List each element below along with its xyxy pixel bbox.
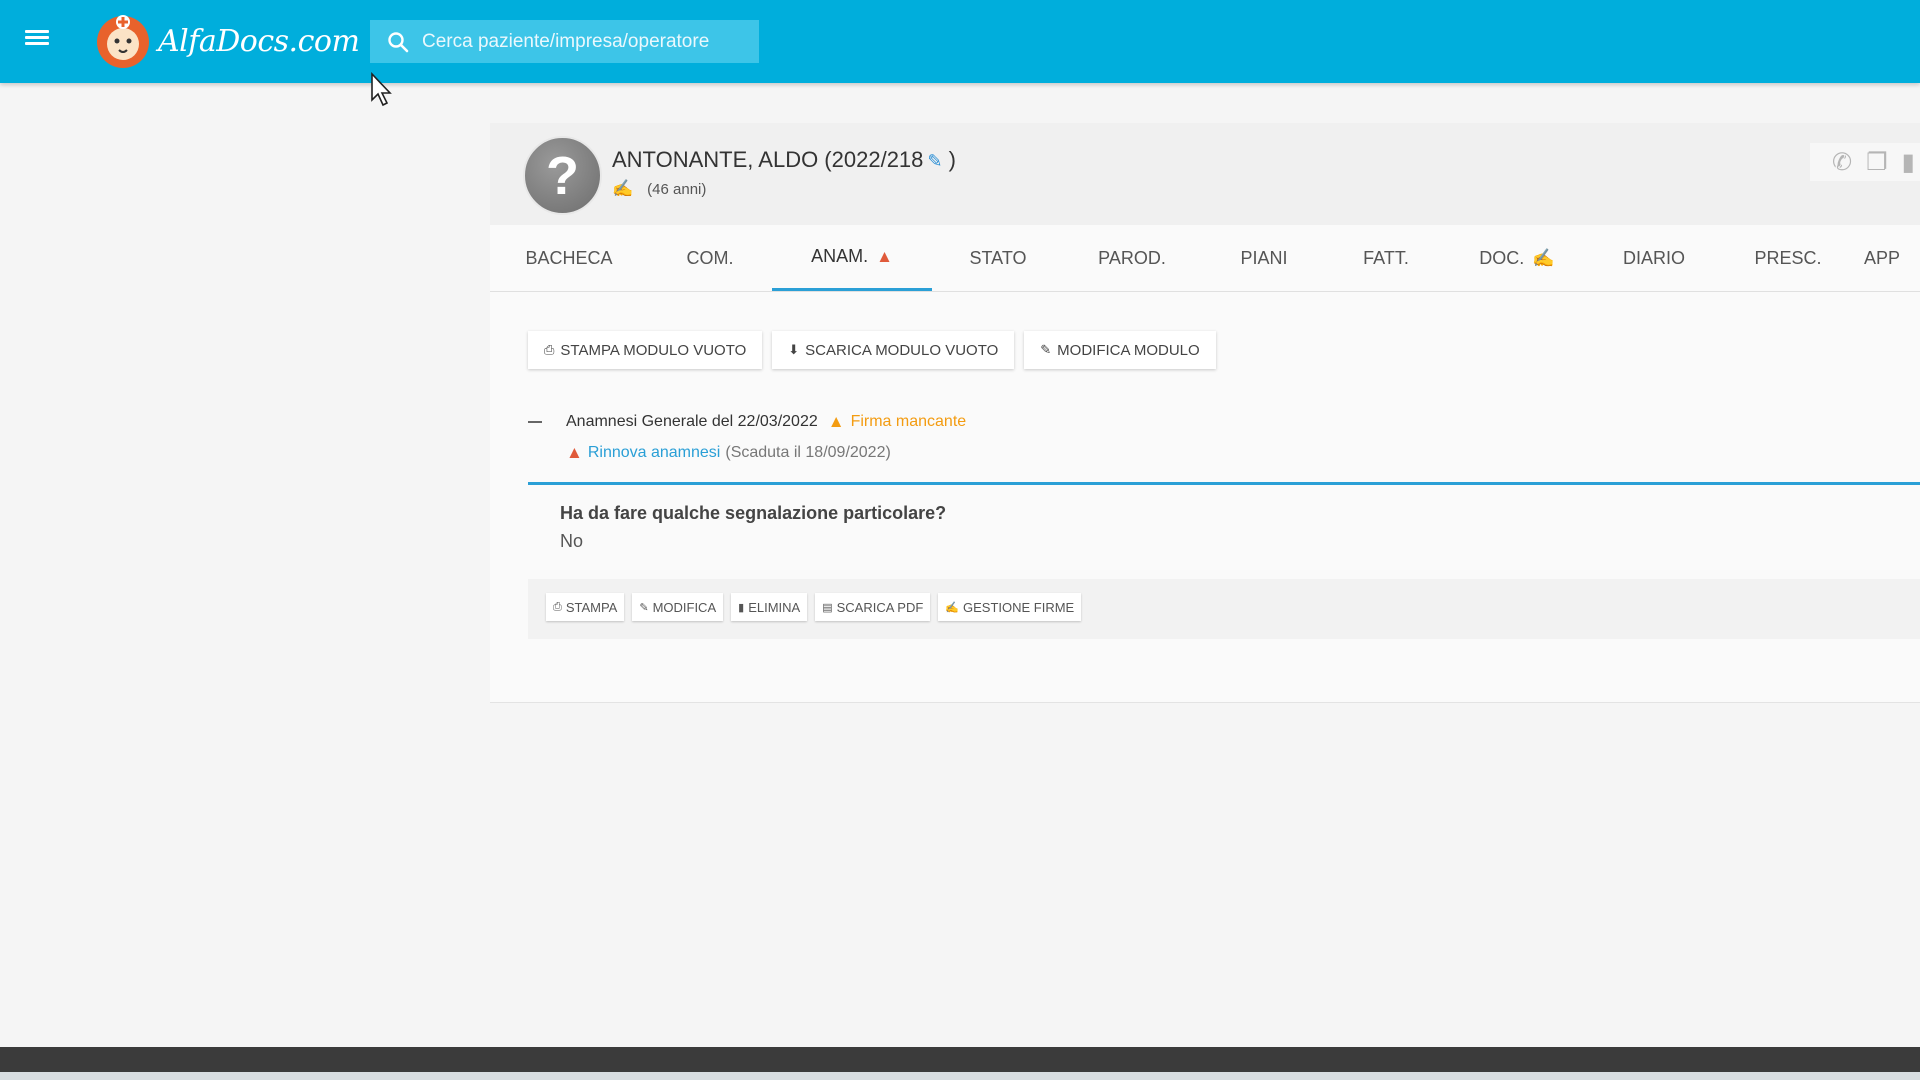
tab-bacheca[interactable]: BACHECA bbox=[490, 225, 648, 291]
button-label: STAMPA bbox=[565, 599, 618, 615]
tab-label: DIARIO bbox=[1622, 247, 1685, 268]
top-bar: AlfaDocs.com bbox=[0, 0, 1920, 83]
expired-note: (Scaduta il 18/09/2022) bbox=[725, 444, 891, 461]
signature-icon: ✍ bbox=[945, 601, 959, 614]
tab-com[interactable]: COM. bbox=[648, 225, 772, 291]
form-actions: ⎙ STAMPA MODULO VUOTO ⬇ SCARICA MODULO VUO… bbox=[528, 331, 1216, 369]
pencil-icon: ✎ bbox=[1040, 342, 1052, 357]
header-actions: ✆ ❐ ▮ bbox=[1810, 143, 1920, 181]
app-logo[interactable]: AlfaDocs.com bbox=[94, 8, 360, 74]
patient-name: ANTONANTE, ALDO (2022/218 bbox=[612, 147, 924, 172]
button-label: STAMPA MODULO VUOTO bbox=[560, 341, 747, 359]
renew-anamnesi-link[interactable]: Rinnova anamnesi bbox=[588, 444, 721, 462]
tab-anam[interactable]: ANAM. ▲ bbox=[772, 225, 932, 291]
button-label: GESTIONE FIRME bbox=[963, 599, 1075, 615]
trash-icon[interactable]: ▮ bbox=[1902, 148, 1915, 177]
tab-label: PRESC. bbox=[1754, 247, 1822, 268]
download-pdf-button[interactable]: ▤ SCARICA PDF bbox=[815, 593, 931, 621]
tab-parod[interactable]: PAROD. bbox=[1064, 225, 1200, 291]
tab-presc[interactable]: PRESC. bbox=[1718, 225, 1858, 291]
renew-row: ▲ Rinnova anamnesi (Scaduta il 18/09/202… bbox=[566, 443, 891, 463]
button-label: SCARICA MODULO VUOTO bbox=[805, 341, 999, 359]
patient-header: ? ANTONANTE, ALDO (2022/218 ✎ ) ✍ (46 ann… bbox=[490, 123, 1920, 225]
print-empty-form-button[interactable]: ⎙ STAMPA MODULO VUOTO bbox=[528, 331, 763, 369]
search-input[interactable] bbox=[420, 29, 744, 54]
alert-icon: ▲ bbox=[566, 443, 583, 462]
tab-doc[interactable]: DOC. ✍ bbox=[1444, 225, 1590, 291]
lion-logo-icon bbox=[97, 15, 149, 68]
tab-label: PAROD. bbox=[1098, 247, 1166, 268]
signature-icon[interactable]: ✍ bbox=[612, 179, 633, 199]
button-label: ELIMINA bbox=[748, 599, 801, 615]
collapse-icon[interactable] bbox=[528, 421, 542, 423]
signature-icon: ✍ bbox=[1532, 247, 1555, 268]
search-box[interactable] bbox=[370, 20, 759, 63]
logo-text: AlfaDocs.com bbox=[158, 23, 360, 59]
patient-avatar[interactable]: ? bbox=[523, 136, 602, 215]
manage-signatures-button[interactable]: ✍ GESTIONE FIRME bbox=[938, 593, 1082, 621]
tab-fatt[interactable]: FATT. bbox=[1328, 225, 1444, 291]
download-empty-form-button[interactable]: ⬇ SCARICA MODULO VUOTO bbox=[772, 331, 1015, 369]
copy-icon[interactable]: ❐ bbox=[1866, 148, 1888, 177]
trash-icon: ▮ bbox=[738, 601, 745, 614]
button-label: MODIFICA bbox=[652, 599, 717, 615]
record-title-row: Anamnesi Generale del 22/03/2022 ▲ Firma … bbox=[528, 412, 966, 432]
pdf-icon: ▤ bbox=[822, 601, 833, 614]
search-icon bbox=[388, 31, 409, 52]
hamburger-menu-icon[interactable] bbox=[23, 27, 51, 51]
delete-button[interactable]: ▮ ELIMINA bbox=[731, 593, 808, 621]
missing-signature-badge: ▲ Firma mancante bbox=[828, 412, 966, 432]
patient-name-close: ) bbox=[948, 147, 956, 172]
patient-tabs: BACHECA COM. ANAM. ▲ STATO PAROD. PIANI F… bbox=[490, 225, 1920, 292]
tab-app[interactable]: APP bbox=[1858, 225, 1900, 291]
tab-label: APP bbox=[1863, 247, 1900, 268]
edit-button[interactable]: ✎ MODIFICA bbox=[632, 593, 724, 621]
edit-form-button[interactable]: ✎ MODIFICA MODULO bbox=[1024, 331, 1216, 369]
whatsapp-icon[interactable]: ✆ bbox=[1832, 148, 1852, 177]
tab-label: STATO bbox=[969, 247, 1027, 268]
pencil-icon: ✎ bbox=[639, 601, 649, 614]
printer-icon: ⎙ bbox=[544, 342, 555, 357]
patient-age-row: ✍ (46 anni) bbox=[612, 179, 706, 199]
tab-label: PIANI bbox=[1240, 247, 1288, 268]
tab-label: ANAM. bbox=[811, 246, 869, 266]
warning-icon: ▲ bbox=[827, 412, 845, 431]
tab-label: FATT. bbox=[1363, 247, 1409, 268]
tab-label: BACHECA bbox=[525, 247, 613, 268]
button-label: MODIFICA MODULO bbox=[1057, 341, 1200, 359]
patient-card: ? ANTONANTE, ALDO (2022/218 ✎ ) ✍ (46 ann… bbox=[490, 123, 1920, 703]
patient-name-line: ANTONANTE, ALDO (2022/218 ✎ ) bbox=[612, 147, 956, 173]
question-text: Ha da fare qualche segnalazione particol… bbox=[560, 503, 947, 523]
record-actions-bar: ⎙ STAMPA ✎ MODIFICA ▮ ELIMINA ▤ SCARICA PDF … bbox=[528, 579, 1920, 639]
answer-text: No bbox=[560, 531, 584, 551]
record-divider bbox=[528, 482, 1920, 485]
missing-signature-label: Firma mancante bbox=[850, 413, 967, 430]
record-title: Anamnesi Generale del 22/03/2022 bbox=[566, 413, 818, 430]
taskbar bbox=[0, 1047, 1920, 1072]
download-icon: ⬇ bbox=[788, 342, 800, 357]
edit-pencil-icon[interactable]: ✎ bbox=[927, 151, 942, 171]
tab-label: COM. bbox=[686, 247, 734, 268]
printer-icon: ⎙ bbox=[553, 600, 562, 613]
tab-stato[interactable]: STATO bbox=[932, 225, 1064, 291]
mouse-cursor-icon bbox=[371, 72, 392, 107]
tab-diario[interactable]: DIARIO bbox=[1590, 225, 1718, 291]
patient-age: (46 anni) bbox=[647, 180, 707, 198]
button-label: SCARICA PDF bbox=[836, 599, 924, 615]
tab-label: DOC. bbox=[1479, 247, 1525, 268]
warning-icon: ▲ bbox=[876, 246, 893, 266]
print-button[interactable]: ⎙ STAMPA bbox=[546, 593, 625, 621]
tab-piani[interactable]: PIANI bbox=[1200, 225, 1328, 291]
avatar-placeholder-glyph: ? bbox=[546, 145, 579, 206]
bottom-strip bbox=[0, 1072, 1920, 1080]
